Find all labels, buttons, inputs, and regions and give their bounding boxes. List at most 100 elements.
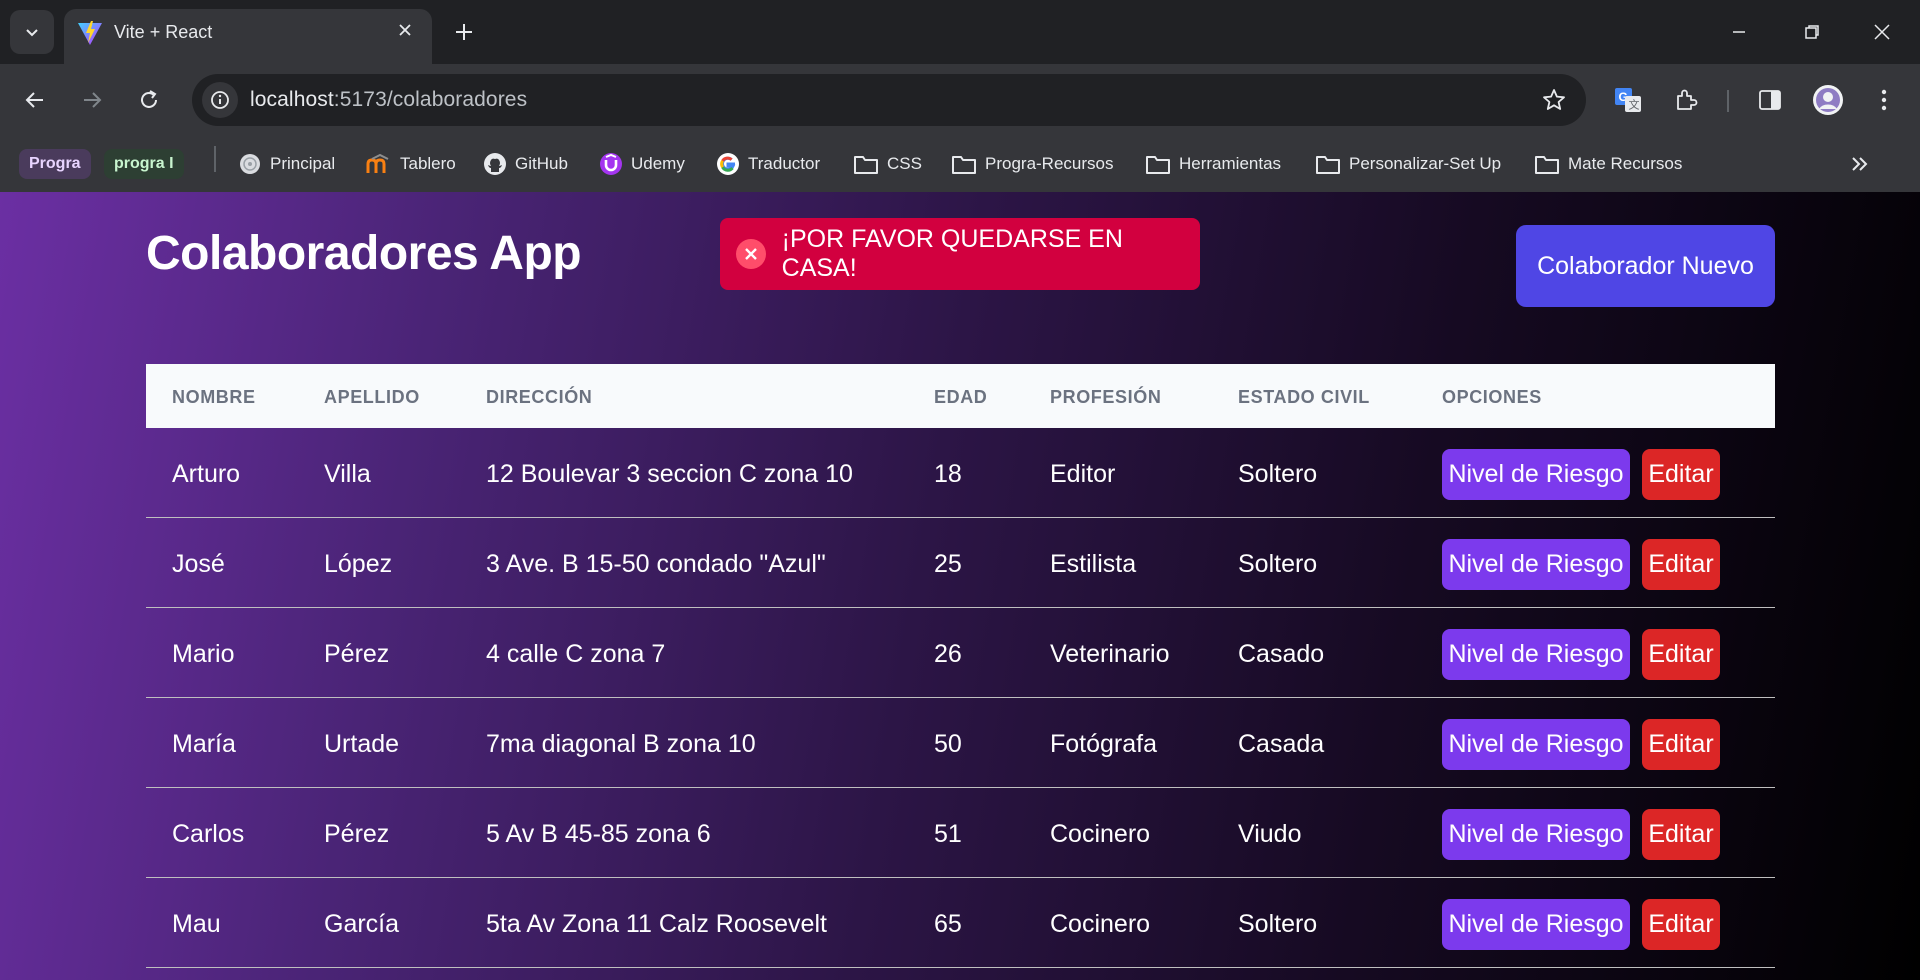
address-bar[interactable]: localhost:5173/colaboradores bbox=[192, 74, 1586, 126]
bookmark-traductor[interactable]: Traductor bbox=[716, 148, 820, 180]
nivel-riesgo-button[interactable]: Nivel de Riesgo bbox=[1442, 809, 1630, 860]
editar-button[interactable]: Editar bbox=[1642, 449, 1720, 500]
folder-icon bbox=[1146, 156, 1170, 174]
header-nombre: NOMBRE bbox=[172, 387, 256, 407]
page-title: Colaboradores App bbox=[146, 227, 582, 280]
cell-apellido: Villa bbox=[324, 460, 371, 488]
bookmark-progra-i[interactable]: progra I bbox=[104, 149, 184, 179]
header-estado-civil: ESTADO CIVIL bbox=[1238, 387, 1370, 407]
github-icon bbox=[484, 153, 506, 175]
cell-estado: Casada bbox=[1238, 730, 1325, 758]
close-window-button[interactable] bbox=[1862, 12, 1902, 52]
editar-button[interactable]: Editar bbox=[1642, 899, 1720, 950]
tab-title: Vite + React bbox=[114, 22, 213, 42]
cell-direccion: 5 Av B 45-85 zona 6 bbox=[486, 820, 711, 848]
arrow-left-icon bbox=[25, 92, 43, 108]
cell-profesion: Estilista bbox=[1050, 550, 1137, 578]
nivel-riesgo-button[interactable]: Nivel de Riesgo bbox=[1442, 719, 1630, 770]
udemy-icon bbox=[600, 153, 622, 175]
translate-icon[interactable]: G文 bbox=[1608, 80, 1648, 120]
back-button[interactable] bbox=[15, 80, 55, 120]
google-icon bbox=[717, 153, 739, 175]
nivel-riesgo-button[interactable]: Nivel de Riesgo bbox=[1442, 899, 1630, 950]
cell-estado: Viudo bbox=[1238, 820, 1302, 848]
cell-nombre: Mau bbox=[172, 910, 221, 938]
editar-button[interactable]: Editar bbox=[1642, 629, 1720, 680]
minimize-button[interactable] bbox=[1719, 12, 1759, 52]
header-direccion: DIRECCIÓN bbox=[486, 387, 593, 407]
forward-button[interactable] bbox=[72, 80, 112, 120]
cell-apellido: Pérez bbox=[324, 640, 390, 668]
cell-estado: Soltero bbox=[1238, 910, 1318, 938]
nivel-riesgo-button[interactable]: Nivel de Riesgo bbox=[1442, 629, 1630, 680]
nivel-riesgo-button[interactable]: Nivel de Riesgo bbox=[1442, 449, 1630, 500]
restore-icon bbox=[1805, 25, 1819, 39]
bookmark-udemy[interactable]: Udemy bbox=[599, 148, 685, 180]
toolbar-divider bbox=[1727, 90, 1729, 112]
cell-nombre: Mario bbox=[172, 640, 235, 668]
svg-text:文: 文 bbox=[1629, 98, 1640, 112]
cell-profesion: Cocinero bbox=[1050, 910, 1151, 938]
arrow-right-icon bbox=[84, 92, 102, 108]
folder-icon bbox=[854, 156, 878, 174]
bookmark-tablero[interactable]: Tablero bbox=[366, 148, 456, 180]
header-opciones: OPCIONES bbox=[1442, 387, 1542, 407]
bookmarks-overflow-icon[interactable] bbox=[1850, 148, 1870, 180]
editar-button[interactable]: Editar bbox=[1642, 809, 1720, 860]
close-circle-icon bbox=[736, 239, 766, 269]
bookmark-folder-mate-recursos[interactable]: Mate Recursos bbox=[1534, 148, 1682, 180]
cell-direccion: 5ta Av Zona 11 Calz Roosevelt bbox=[486, 910, 827, 938]
cell-edad: 50 bbox=[934, 730, 962, 758]
profile-avatar[interactable] bbox=[1808, 80, 1848, 120]
cell-profesion: Editor bbox=[1050, 460, 1116, 488]
cell-edad: 25 bbox=[934, 550, 962, 578]
cell-direccion: 3 Ave. B 15-50 condado "Azul" bbox=[486, 550, 826, 578]
bookmark-folder-personalizar[interactable]: Personalizar-Set Up bbox=[1315, 148, 1501, 180]
table-row: María Urtade 7ma diagonal B zona 10 50 Fotóg… bbox=[146, 698, 1775, 788]
cell-apellido: García bbox=[324, 910, 400, 938]
extensions-icon[interactable] bbox=[1666, 80, 1706, 120]
table-row: Arturo Villa 12 Boulevar 3 seccion C zona … bbox=[146, 428, 1775, 518]
alert-text: ¡POR FAVOR QUEDARSE EN CASA! bbox=[781, 225, 1123, 282]
tab-search-button[interactable] bbox=[10, 10, 54, 54]
bookmark-progra[interactable]: Progra bbox=[19, 149, 91, 179]
bookmark-folder-css[interactable]: CSS bbox=[853, 148, 922, 180]
folder-icon bbox=[1316, 156, 1340, 174]
new-colaborador-button[interactable]: Colaborador Nuevo bbox=[1516, 225, 1775, 307]
editar-button[interactable]: Editar bbox=[1642, 539, 1720, 590]
plus-icon bbox=[456, 24, 472, 40]
cell-estado: Soltero bbox=[1238, 550, 1318, 578]
table-row: José López 3 Ave. B 15-50 condado "Azul" 25… bbox=[146, 518, 1775, 608]
bookmark-github[interactable]: GitHub bbox=[483, 148, 568, 180]
cell-direccion: 12 Boulevar 3 seccion C zona 10 bbox=[486, 460, 853, 488]
header-apellido: APELLIDO bbox=[324, 387, 420, 407]
site-info-icon[interactable] bbox=[202, 82, 238, 118]
table-body: Arturo Villa 12 Boulevar 3 seccion C zona … bbox=[146, 428, 1775, 968]
bookmark-principal[interactable]: Principal bbox=[238, 148, 335, 180]
bookmarks-bar: Progra progra I Principal Tablero GitHub… bbox=[0, 136, 1920, 192]
bookmark-folder-progra-recursos[interactable]: Progra-Recursos bbox=[951, 148, 1114, 180]
new-tab-button[interactable] bbox=[446, 14, 482, 50]
cell-apellido: López bbox=[324, 550, 393, 578]
header-edad: EDAD bbox=[934, 387, 988, 407]
restore-button[interactable] bbox=[1792, 12, 1832, 52]
close-tab-icon[interactable] bbox=[392, 17, 418, 43]
nivel-riesgo-button[interactable]: Nivel de Riesgo bbox=[1442, 539, 1630, 590]
cell-nombre: Carlos bbox=[172, 820, 245, 848]
colaboradores-table: NOMBRE APELLIDO DIRECCIÓN EDAD PROFESIÓN… bbox=[146, 364, 1775, 968]
editar-button[interactable]: Editar bbox=[1642, 719, 1720, 770]
minimize-icon bbox=[1733, 31, 1745, 33]
tab-strip: Vite + React bbox=[0, 0, 1920, 64]
moodle-icon bbox=[366, 153, 389, 173]
side-panel-icon[interactable] bbox=[1750, 80, 1790, 120]
globe-icon bbox=[240, 154, 260, 174]
active-tab[interactable]: Vite + React bbox=[64, 9, 432, 64]
bookmark-folder-herramientas[interactable]: Herramientas bbox=[1145, 148, 1281, 180]
folder-icon bbox=[1535, 156, 1559, 174]
cell-direccion: 4 calle C zona 7 bbox=[486, 640, 666, 668]
reload-button[interactable] bbox=[129, 80, 169, 120]
menu-kebab-icon[interactable] bbox=[1864, 80, 1904, 120]
url-text[interactable]: localhost:5173/colaboradores bbox=[250, 88, 527, 112]
bookmark-star-icon[interactable] bbox=[1540, 86, 1568, 114]
cell-edad: 51 bbox=[934, 820, 962, 848]
